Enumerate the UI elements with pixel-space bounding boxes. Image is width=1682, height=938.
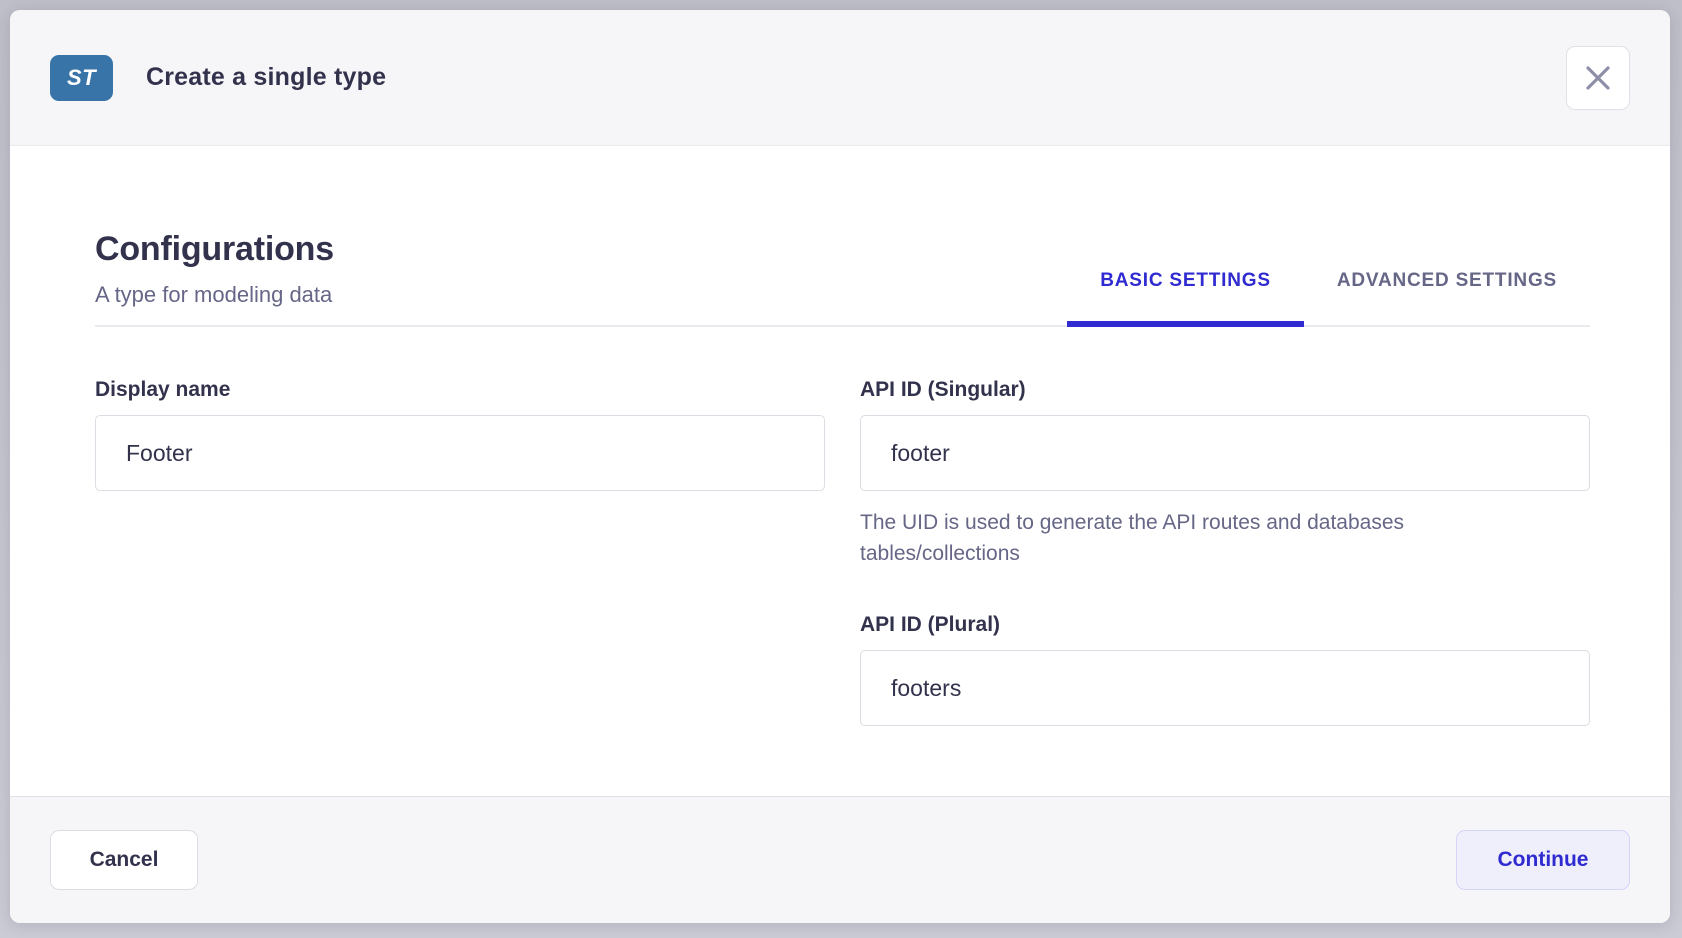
api-id-plural-input[interactable] — [860, 650, 1590, 726]
configurations-form: Display name API ID (Singular) The UID i… — [95, 378, 1590, 726]
close-button[interactable] — [1566, 46, 1630, 110]
display-name-input[interactable] — [95, 415, 825, 491]
page-title: Configurations — [95, 232, 334, 266]
api-id-singular-field-group: API ID (Singular) The UID is used to gen… — [860, 378, 1590, 569]
modal-title: Create a single type — [146, 63, 386, 92]
form-right-column: API ID (Singular) The UID is used to gen… — [860, 378, 1590, 726]
single-type-badge-icon: ST — [50, 55, 113, 101]
api-id-plural-field-group: API ID (Plural) — [860, 613, 1590, 726]
api-id-singular-hint: The UID is used to generate the API rout… — [860, 507, 1500, 569]
modal-body: Configurations A type for modeling data … — [10, 146, 1670, 796]
form-left-column: Display name — [95, 378, 825, 726]
display-name-label: Display name — [95, 378, 825, 402]
create-single-type-modal: ST Create a single type Configurations A… — [10, 10, 1670, 923]
configurations-titles: Configurations A type for modeling data — [95, 232, 334, 325]
page-subtitle: A type for modeling data — [95, 283, 334, 307]
display-name-field-group: Display name — [95, 378, 825, 491]
api-id-singular-input[interactable] — [860, 415, 1590, 491]
modal-footer: Cancel Continue — [10, 796, 1670, 923]
modal-header: ST Create a single type — [10, 10, 1670, 146]
api-id-singular-label: API ID (Singular) — [860, 378, 1590, 402]
configurations-header: Configurations A type for modeling data … — [95, 232, 1590, 327]
tab-advanced-settings[interactable]: ADVANCED SETTINGS — [1304, 270, 1590, 327]
continue-button[interactable]: Continue — [1456, 830, 1630, 890]
tab-basic-settings[interactable]: BASIC SETTINGS — [1067, 270, 1304, 327]
api-id-plural-label: API ID (Plural) — [860, 613, 1590, 637]
close-icon — [1585, 65, 1611, 91]
cancel-button[interactable]: Cancel — [50, 830, 198, 890]
settings-tabs: BASIC SETTINGS ADVANCED SETTINGS — [1067, 232, 1590, 325]
